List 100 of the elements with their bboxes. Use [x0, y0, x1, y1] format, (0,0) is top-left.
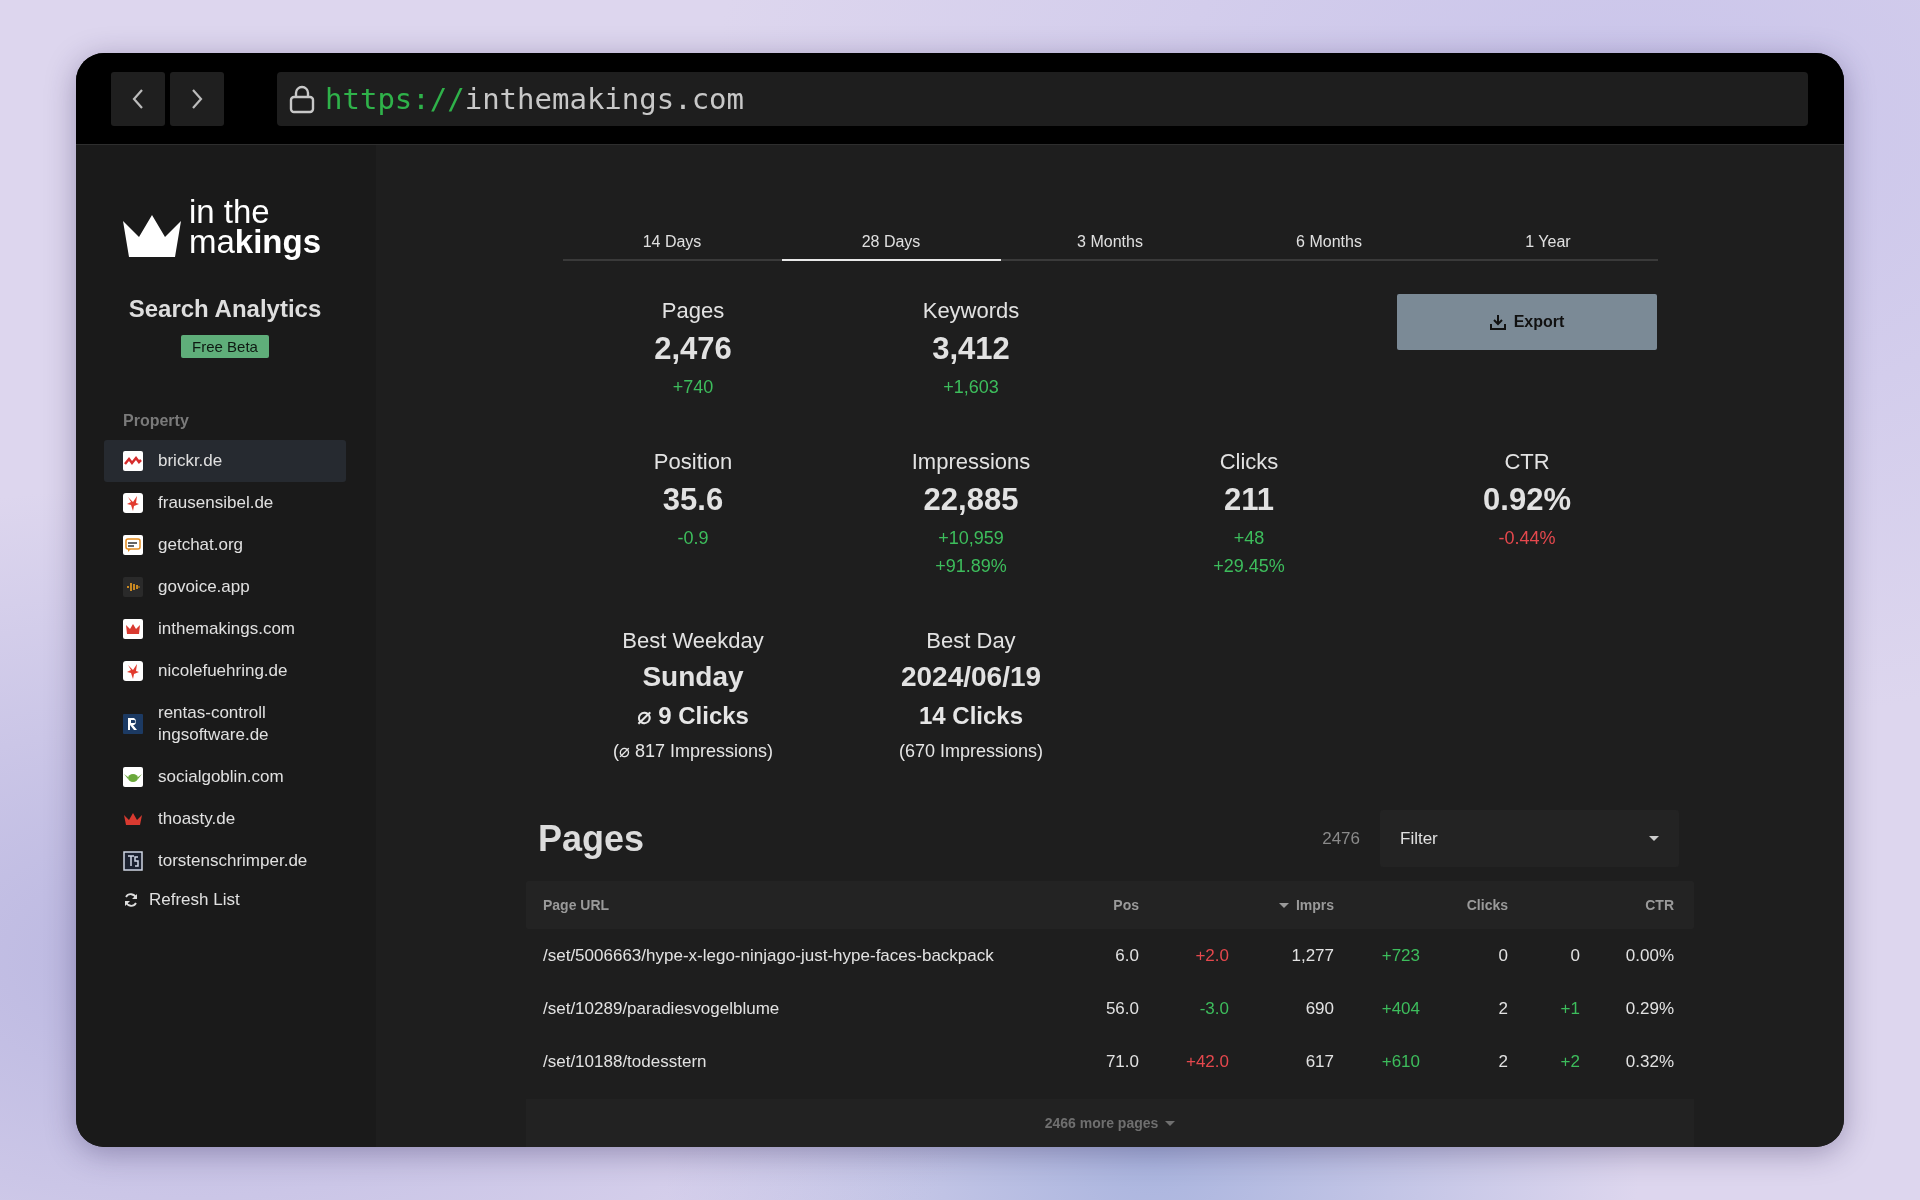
property-item[interactable]: socialgoblin.com [104, 756, 346, 798]
page-url: /set/5006663/hype-x-lego-ninjago-just-hype-faces-backpack [543, 945, 995, 966]
table-cell-text: 2 [1497, 1051, 1508, 1072]
period-tab[interactable]: 3 Months [1000, 225, 1220, 261]
caret-icon [1649, 836, 1659, 841]
period-tab[interactable]: 14 Days [562, 225, 782, 261]
change-value: +404 [1380, 998, 1420, 1019]
property-item[interactable]: torstenschrimper.de [104, 840, 346, 882]
table-cell-text: 0 [1497, 945, 1508, 966]
back-icon [131, 87, 145, 110]
crown-icon [123, 213, 181, 257]
table-cell-text: 0.32% [1624, 1051, 1674, 1072]
section-title: Pages [538, 817, 646, 860]
stat-value: 2,476 [654, 330, 732, 368]
site-logo-icon [123, 577, 143, 597]
site-logo-icon [123, 451, 143, 471]
stat-label: Impressions [911, 449, 1031, 475]
table-cell-text: 617 [1304, 1051, 1334, 1072]
change-value: +42.0 [1185, 1051, 1229, 1072]
page-count: 2476 [1322, 828, 1360, 849]
property-item[interactable]: frausensibel.de [104, 482, 346, 524]
page-url: /set/10188/todesstern [543, 1051, 708, 1072]
stat-note: (⌀ 817 Impressions) [613, 740, 773, 763]
table-cell-text: 0.00% [1624, 945, 1674, 966]
stat-label: Pages [661, 298, 725, 324]
property-item[interactable]: rentas-controll ingsoftware.de [104, 692, 346, 756]
site-logo-icon [123, 535, 143, 555]
caret-icon [1165, 1120, 1176, 1126]
beta-badge: Free Beta [181, 335, 269, 358]
column-header[interactable]: CTR [1645, 897, 1674, 913]
stat-label: Keywords [922, 298, 1020, 324]
filter-dropdown[interactable]: Filter [1380, 810, 1679, 867]
stat-value: 0.92% [1483, 481, 1571, 519]
stat-detail: ⌀ 9 Clicks [637, 701, 749, 731]
table-cell-text: 1,277 [1290, 945, 1334, 966]
site-logo-icon [123, 714, 143, 734]
column-header[interactable]: Page URL [543, 897, 610, 913]
stat-change: +29.45% [1213, 555, 1285, 578]
change-value: +610 [1380, 1051, 1420, 1072]
stat-detail: 14 Clicks [918, 701, 1024, 731]
stat-change: -0.9 [677, 527, 709, 550]
column-header[interactable]: Pos [1113, 897, 1139, 913]
back-button[interactable] [111, 71, 165, 126]
export-button[interactable]: Export [1397, 294, 1657, 350]
section-label: Property [123, 412, 190, 430]
property-item[interactable]: inthemakings.com [104, 608, 346, 650]
change-value: -3.0 [1198, 998, 1229, 1019]
stat-note: (670 Impressions) [898, 740, 1044, 763]
stat-change: +1,603 [943, 376, 999, 399]
stat-label: Position [653, 449, 733, 475]
stat-value: 2024/06/19 [900, 660, 1042, 694]
stat-label: Best Weekday [622, 628, 764, 654]
lock-icon [289, 83, 315, 114]
address-bar[interactable]: https://inthemakings.com [277, 71, 1808, 126]
change-value: +2 [1559, 1051, 1580, 1072]
app-title: Search Analytics [127, 295, 323, 323]
change-value: +1 [1559, 998, 1580, 1019]
stat-label: Best Day [926, 628, 1016, 654]
url-scheme: https:// [325, 81, 465, 116]
period-tab[interactable]: 28 Days [781, 225, 1001, 261]
refresh-button[interactable]: Refresh List [104, 882, 259, 918]
stat-value: 3,412 [932, 330, 1010, 368]
forward-icon [190, 87, 204, 110]
property-item[interactable]: govoice.app [104, 566, 346, 608]
site-logo-icon [123, 851, 143, 871]
site-logo-icon [123, 619, 143, 639]
site-logo-icon [123, 767, 143, 787]
property-item[interactable]: brickr.de [104, 440, 346, 482]
stat-change: -0.44% [1498, 527, 1556, 550]
property-item[interactable]: nicolefuehring.de [104, 650, 346, 692]
site-logo-icon [123, 661, 143, 681]
table-cell-text: 0.29% [1624, 998, 1674, 1019]
stat-label: Clicks [1219, 449, 1279, 475]
period-tab[interactable]: 6 Months [1219, 225, 1439, 261]
change-value: 0 [1569, 945, 1580, 966]
property-item[interactable]: thoasty.de [104, 798, 346, 840]
period-tab[interactable]: 1 Year [1438, 225, 1658, 261]
stat-change: +740 [672, 376, 714, 399]
page-url: /set/10289/paradiesvogelblume [543, 998, 781, 1019]
refresh-icon [123, 892, 139, 908]
url-host: inthemakings.com [464, 81, 745, 116]
table-cell-text: 6.0 [1114, 945, 1139, 966]
table-cell-text: 690 [1304, 998, 1334, 1019]
stat-value: 22,885 [923, 481, 1019, 519]
table-cell-text: 56.0 [1104, 998, 1139, 1019]
logo-text: in the [189, 197, 270, 227]
stat-value: 35.6 [662, 481, 724, 519]
download-icon [1489, 314, 1506, 330]
stat-change: +48 [1233, 527, 1265, 550]
change-value: +2.0 [1194, 945, 1229, 966]
stat-change: +10,959 [938, 527, 1004, 550]
property-item[interactable]: getchat.org [104, 524, 346, 566]
stat-label: CTR [1504, 449, 1550, 475]
site-logo-icon [123, 493, 143, 513]
forward-button[interactable] [170, 71, 224, 126]
column-header[interactable]: Clicks [1466, 897, 1508, 913]
stat-value: 211 [1224, 481, 1274, 519]
table-cell-text: 71.0 [1104, 1051, 1139, 1072]
stat-value: Sunday [642, 660, 744, 694]
column-header[interactable]: Imprs [1278, 897, 1334, 913]
